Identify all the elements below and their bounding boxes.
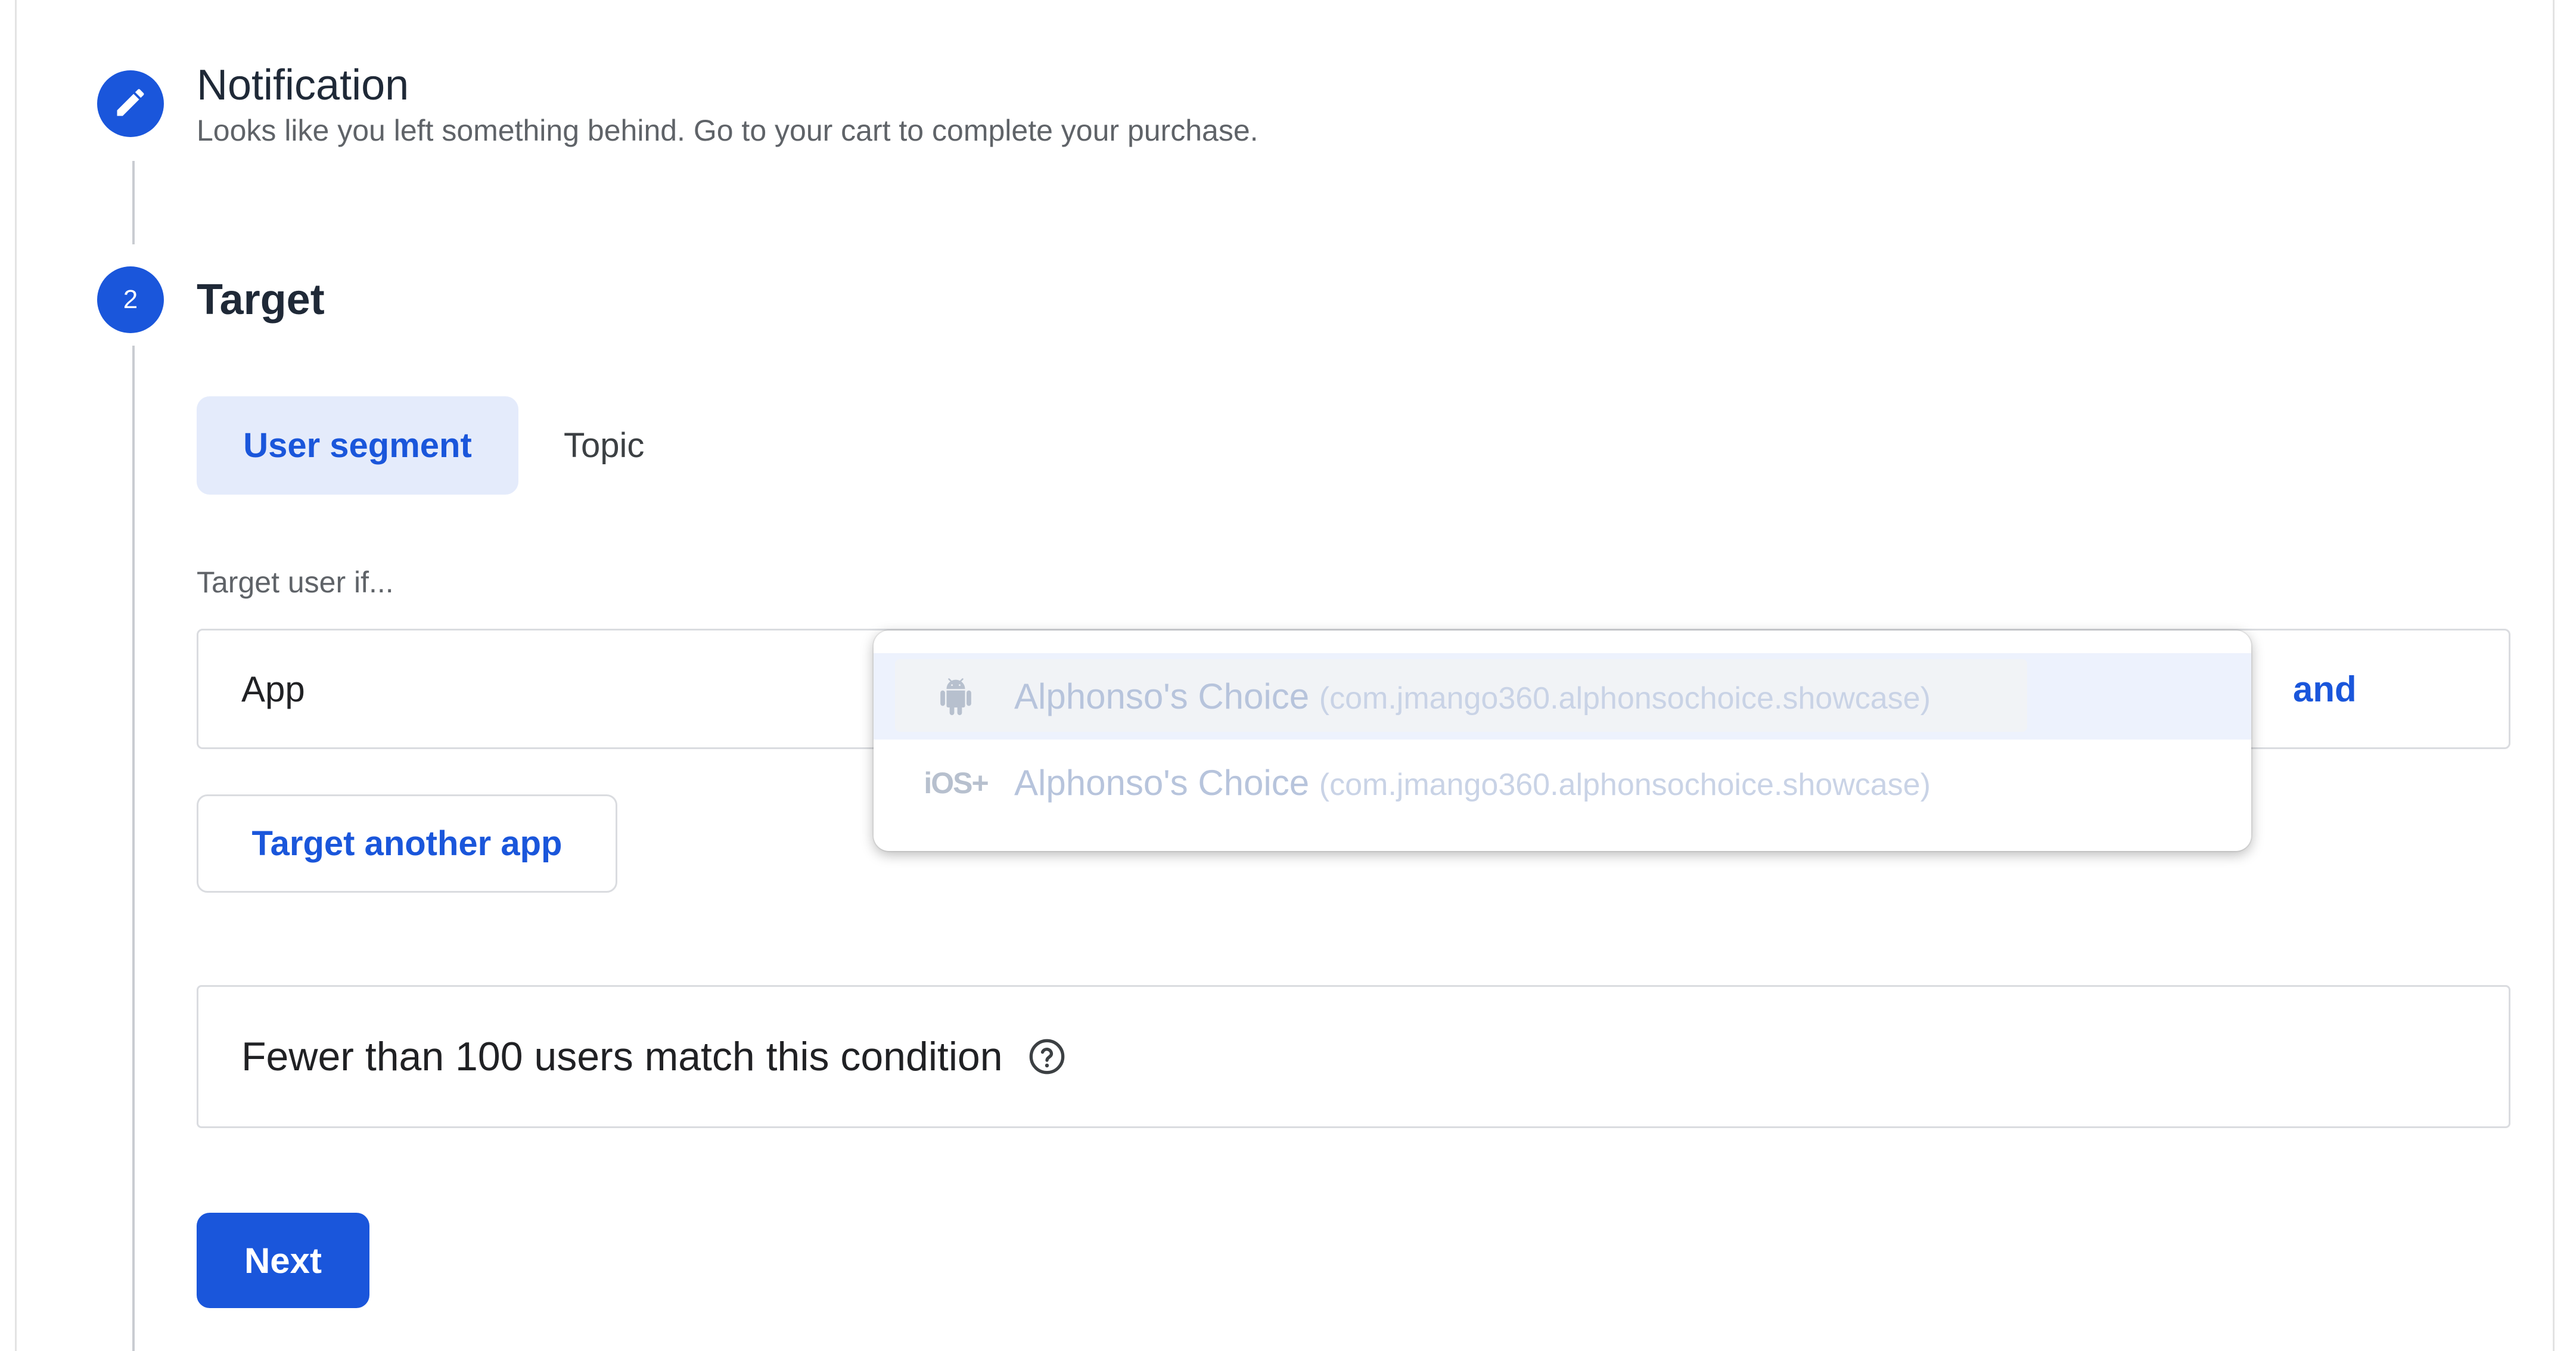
- app-option-label: Alphonso's Choice (com.jmango360.alphons…: [1014, 762, 1931, 803]
- app-package-id: (com.jmango360.alphonsochoice.showcase): [1319, 681, 1931, 716]
- ios-icon: iOS+: [924, 740, 989, 826]
- app-option-android[interactable]: Alphonso's Choice (com.jmango360.alphons…: [874, 653, 2251, 740]
- next-button[interactable]: Next: [197, 1213, 369, 1308]
- match-info-text: Fewer than 100 users match this conditio…: [241, 1034, 1003, 1079]
- condition-label: Target user if...: [197, 566, 394, 599]
- campaign-card: Notification Looks like you left somethi…: [15, 0, 2555, 1351]
- condition-field-select[interactable]: App: [241, 631, 305, 747]
- notification-preview-text: Looks like you left something behind. Go…: [197, 114, 1259, 147]
- and-button[interactable]: and: [2293, 631, 2357, 747]
- ios-platform-label: iOS+: [924, 766, 989, 800]
- android-icon: [926, 653, 986, 740]
- app-option-label: Alphonso's Choice (com.jmango360.alphons…: [1014, 676, 1931, 717]
- step-connector: [132, 161, 135, 244]
- tab-topic[interactable]: Topic: [564, 396, 644, 495]
- app-package-id: (com.jmango360.alphonsochoice.showcase): [1319, 768, 1931, 802]
- app-name: Alphonso's Choice: [1014, 763, 1310, 803]
- step-1-edit-button[interactable]: [97, 70, 164, 137]
- app-dropdown-menu: Alphonso's Choice (com.jmango360.alphons…: [874, 631, 2251, 851]
- app-name: Alphonso's Choice: [1014, 676, 1310, 716]
- step-2-number: 2: [97, 266, 164, 333]
- target-another-app-button[interactable]: Target another app: [197, 794, 617, 893]
- step-2-title: Target: [197, 276, 325, 324]
- step-1-title: Notification: [197, 61, 409, 109]
- app-option-ios[interactable]: iOS+ Alphonso's Choice (com.jmango360.al…: [874, 740, 2251, 826]
- match-info-box: Fewer than 100 users match this conditio…: [197, 985, 2510, 1128]
- tab-user-segment[interactable]: User segment: [197, 396, 518, 495]
- pencil-icon: [113, 85, 148, 123]
- help-icon[interactable]: [1028, 1038, 1066, 1076]
- step-connector: [132, 346, 135, 1351]
